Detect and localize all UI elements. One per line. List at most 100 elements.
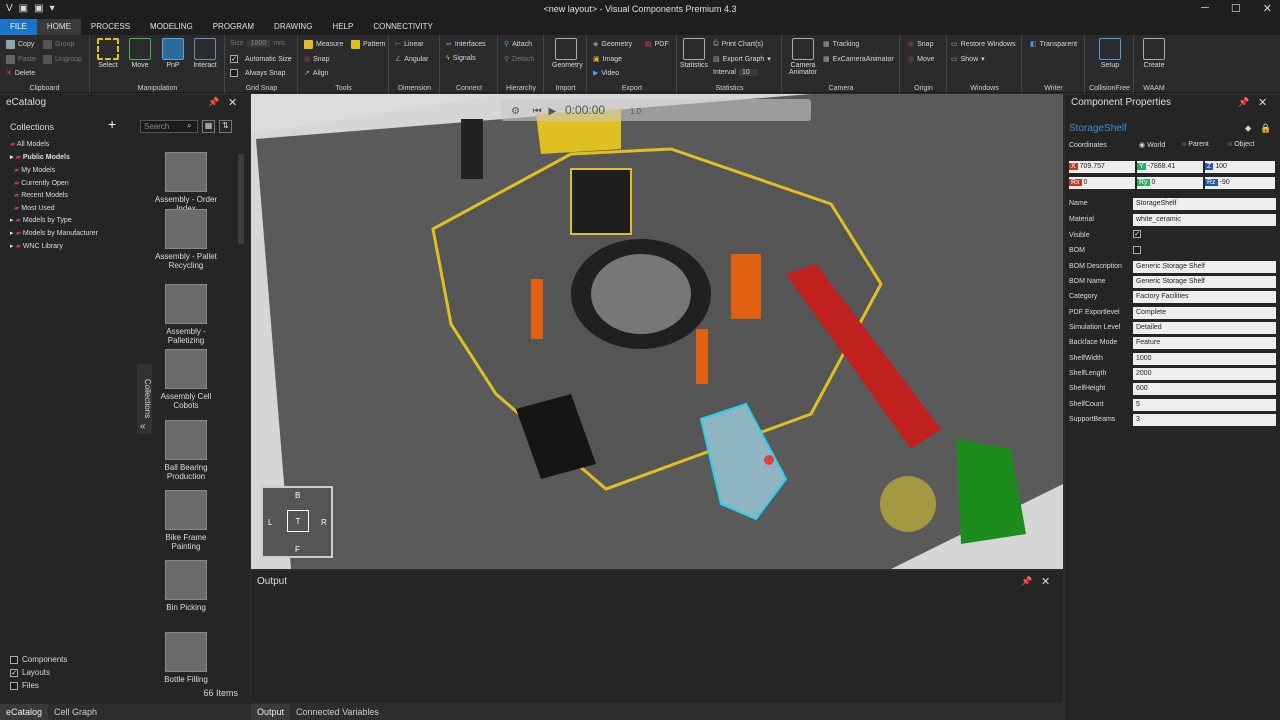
tree-item-wnc-library[interactable]: ▸ ▰ WNC Library — [10, 242, 63, 250]
coord-parent-radio[interactable]: ○ Parent — [1182, 141, 1209, 148]
align-button[interactable]: ↗ Align — [304, 69, 328, 78]
close-icon[interactable]: ✕ — [1258, 96, 1267, 109]
catalog-item[interactable]: Bin Picking — [151, 560, 221, 612]
tab-cell-graph[interactable]: Cell Graph — [48, 704, 103, 720]
transparent-button[interactable]: ◧ Transparent — [1030, 40, 1077, 49]
ry-field[interactable]: Ry 0 — [1137, 177, 1203, 189]
search-icon[interactable]: ⌕ — [187, 121, 191, 131]
angular-button[interactable]: ∠ Angular — [395, 55, 428, 64]
image-button[interactable]: ▣ Image — [593, 55, 622, 64]
copy-button[interactable]: Copy — [6, 40, 34, 49]
catalog-item[interactable]: Assembly - Pallet Recycling — [151, 209, 221, 270]
delete-button[interactable]: ✕ Delete — [6, 69, 35, 78]
name-field[interactable]: StorageShelf — [1133, 198, 1276, 210]
tab-home[interactable]: HOME — [36, 19, 81, 35]
sort-icon[interactable]: ⇅ — [219, 120, 232, 133]
tab-connectivity[interactable]: CONNECTIVITY — [363, 19, 443, 35]
tree-item-recent-models[interactable]: ▰ Recent Models — [10, 191, 68, 199]
automatic-size-checkbox[interactable]: ✓ Automatic Size — [230, 55, 292, 63]
maximize-icon[interactable]: ☐ — [1231, 2, 1241, 15]
attach-button[interactable]: ⚲ Attach — [504, 40, 532, 49]
catalog-item[interactable]: Bike Frame Painting — [151, 490, 221, 551]
group-button[interactable]: Group — [43, 40, 74, 49]
3d-viewport[interactable]: ⚙ ⏮ ▶ 0:00:00 1.0 B L T R F — [251, 94, 1063, 569]
pdf-exportlevel-dropdown[interactable]: Complete — [1133, 307, 1276, 319]
tab-program[interactable]: PROGRAM — [203, 19, 264, 35]
catalog-item[interactable]: Ball Bearing Production — [151, 420, 221, 481]
tab-output[interactable]: Output — [251, 704, 291, 720]
support-beams-field[interactable]: 3 — [1133, 414, 1276, 426]
excamera-animator-button[interactable]: ▦ ExCameraAnimator — [823, 55, 894, 64]
catalog-item[interactable]: Assembly Cell Cobots — [151, 349, 221, 410]
lock-icon[interactable]: 🔒 — [1260, 123, 1271, 134]
origin-move-button[interactable]: ◎ Move — [908, 55, 934, 64]
minimize-icon[interactable]: ─ — [1201, 2, 1209, 15]
play-icon[interactable]: ▶ — [549, 106, 557, 117]
ungroup-button[interactable]: Ungroup — [43, 55, 82, 64]
pin-icon[interactable]: 📌 — [208, 97, 219, 108]
tree-item-all-models[interactable]: ▰ All Models — [10, 140, 49, 148]
select-button[interactable]: Select — [94, 38, 122, 69]
tree-item-models-by-type[interactable]: ▸ ▰ Models by Type — [10, 216, 72, 224]
signals-button[interactable]: ϟ Signals — [446, 55, 476, 62]
shelf-width-field[interactable]: 1000 — [1133, 353, 1276, 365]
print-charts-button[interactable]: ⎙ Print Chart(s) — [713, 40, 763, 48]
rz-field[interactable]: Rz -90 — [1205, 177, 1275, 189]
catalog-scrollbar[interactable] — [238, 154, 244, 244]
close-icon[interactable]: ✕ — [228, 96, 237, 109]
shelf-count-field[interactable]: 5 — [1133, 399, 1276, 411]
tracking-button[interactable]: ▦ Tracking — [823, 40, 859, 49]
coord-object-radio[interactable]: ○ Object — [1228, 141, 1254, 148]
coord-world-radio[interactable]: ◉ World — [1139, 141, 1165, 149]
setup-button[interactable]: Setup — [1096, 38, 1124, 69]
export-geometry-button[interactable]: ◈ Geometry — [593, 40, 632, 49]
bom-name-field[interactable]: Generic Storage Shelf — [1133, 276, 1276, 288]
interact-button[interactable]: Interact — [191, 38, 219, 69]
create-button[interactable]: Create — [1140, 38, 1168, 69]
tab-drawing[interactable]: DRAWING — [264, 19, 322, 35]
linear-button[interactable]: ⊢ Linear — [395, 40, 424, 49]
filter-components[interactable]: Components — [10, 655, 67, 664]
pin-icon[interactable]: 📌 — [1238, 97, 1249, 108]
tag-icon[interactable]: ⬥ — [1245, 123, 1251, 134]
import-geometry-button[interactable]: Geometry — [552, 38, 583, 69]
origin-snap-button[interactable]: ◎ Snap — [908, 40, 933, 49]
filter-files[interactable]: Files — [10, 681, 39, 690]
tab-connected-variables[interactable]: Connected Variables — [290, 704, 385, 720]
pdf-button[interactable]: ▤ PDF — [645, 40, 669, 49]
pnp-button[interactable]: PnP — [159, 38, 187, 69]
add-collection-icon[interactable]: + — [108, 116, 116, 132]
catalog-item[interactable]: Assembly - Order Index — [151, 152, 221, 213]
always-snap-checkbox[interactable]: Always Snap — [230, 69, 285, 77]
tab-help[interactable]: HELP — [322, 19, 363, 35]
paste-button[interactable]: Paste — [6, 55, 36, 64]
x-field[interactable]: X 709.757 — [1069, 161, 1135, 173]
pattern-button[interactable]: Pattern — [351, 40, 386, 49]
snap-tool-button[interactable]: ◎ Snap — [304, 55, 329, 64]
bom-checkbox[interactable] — [1133, 246, 1141, 254]
measure-button[interactable]: Measure — [304, 40, 343, 49]
interval-field[interactable]: Interval 10 — [713, 69, 758, 76]
y-field[interactable]: Y -7868.41 — [1137, 161, 1203, 173]
video-button[interactable]: ▶ Video — [593, 69, 619, 78]
tree-item-public-models[interactable]: ▸ ▰ Public Models — [10, 153, 70, 161]
tree-item-currently-open[interactable]: ▰ Currently Open — [10, 179, 69, 187]
detach-button[interactable]: ⚲ Detach — [504, 55, 534, 64]
collapse-icon[interactable]: « — [140, 421, 146, 432]
export-graph-button[interactable]: ▤ Export Graph ▾ — [713, 55, 771, 64]
bom-description-field[interactable]: Generic Storage Shelf — [1133, 261, 1276, 273]
close-icon[interactable]: ✕ — [1263, 2, 1272, 15]
reset-icon[interactable]: ⏮ — [533, 106, 542, 117]
statistics-button[interactable]: Statistics — [680, 38, 708, 69]
interfaces-button[interactable]: ⇌ Interfaces — [446, 40, 486, 49]
restore-windows-button[interactable]: ▭ Restore Windows — [951, 40, 1015, 49]
tab-file[interactable]: FILE — [0, 19, 37, 35]
view-cube[interactable]: B L T R F — [261, 486, 333, 558]
tree-item-models-by-manufacturer[interactable]: ▸ ▰ Models by Manufacturer — [10, 229, 98, 237]
z-field[interactable]: Z 100 — [1205, 161, 1275, 173]
catalog-item[interactable]: Assembly - Palletizing — [151, 284, 221, 345]
tree-item-my-models[interactable]: ▰ My Models — [10, 166, 55, 174]
tab-ecatalog[interactable]: eCatalog — [0, 704, 49, 720]
camera-animator-button[interactable]: Camera Animator — [788, 38, 818, 76]
grid-view-icon[interactable]: ▦ — [202, 120, 215, 133]
